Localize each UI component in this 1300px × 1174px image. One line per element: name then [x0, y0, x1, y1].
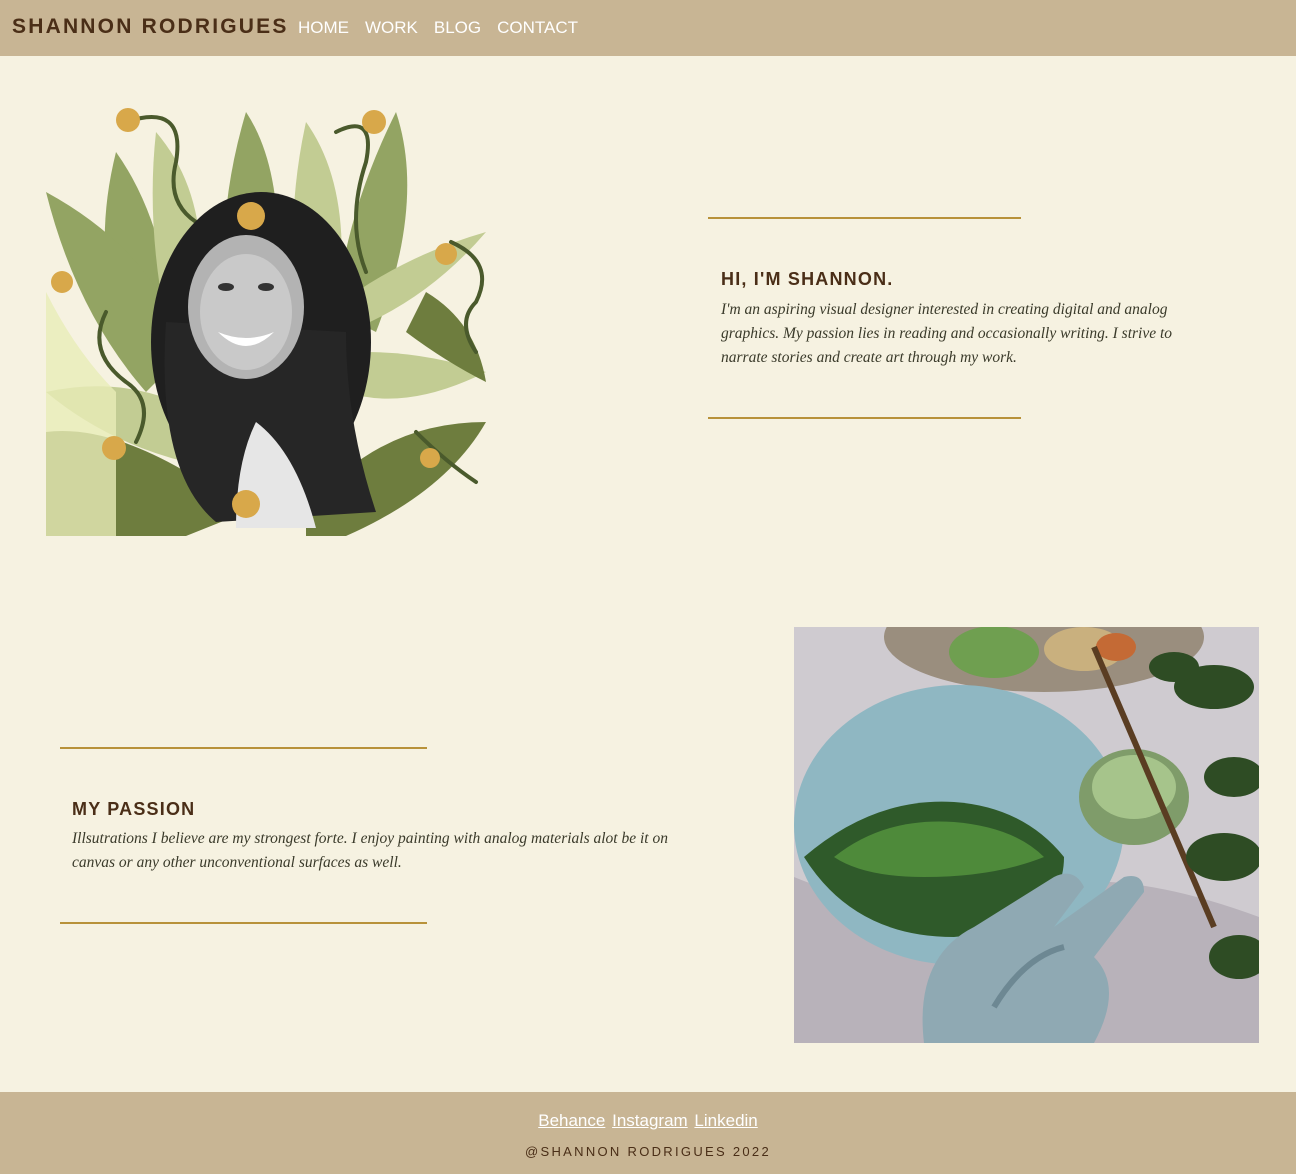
window-edge [1296, 0, 1300, 1174]
nav-work-link[interactable]: WORK [365, 18, 418, 38]
portrait-illustration [46, 108, 486, 536]
site-brand[interactable]: SHANNON RODRIGUES [12, 15, 289, 39]
painting-photo [794, 627, 1259, 1043]
footer-behance-link[interactable]: Behance [538, 1111, 605, 1130]
nav-contact-link[interactable]: CONTACT [497, 18, 578, 38]
footer-copyright: @SHANNON RODRIGUES 2022 [525, 1144, 771, 1159]
nav-blog-link[interactable]: BLOG [434, 18, 481, 38]
passion-text: Illsutrations I believe are my strongest… [72, 830, 668, 871]
intro-heading: HI, I'M SHANNON. [721, 269, 894, 289]
nav-menu: HOME WORK BLOG CONTACT [298, 18, 594, 38]
passion-top-rule [60, 747, 427, 749]
footer-links: Behance Instagram Linkedin [0, 1111, 1296, 1131]
footer-linkedin-link[interactable]: Linkedin [694, 1111, 757, 1130]
intro-top-rule [708, 217, 1021, 219]
passion-bottom-rule [60, 922, 427, 924]
passion-heading: MY PASSION [72, 799, 196, 819]
intro-text: I'm an aspiring visual designer interest… [721, 301, 1173, 366]
footer-instagram-link[interactable]: Instagram [612, 1111, 688, 1130]
intro-bottom-rule [708, 417, 1021, 419]
site-footer: Behance Instagram Linkedin @SHANNON RODR… [0, 1092, 1296, 1174]
nav-home-link[interactable]: HOME [298, 18, 349, 38]
top-nav: SHANNON RODRIGUES HOME WORK BLOG CONTACT [0, 0, 1296, 56]
